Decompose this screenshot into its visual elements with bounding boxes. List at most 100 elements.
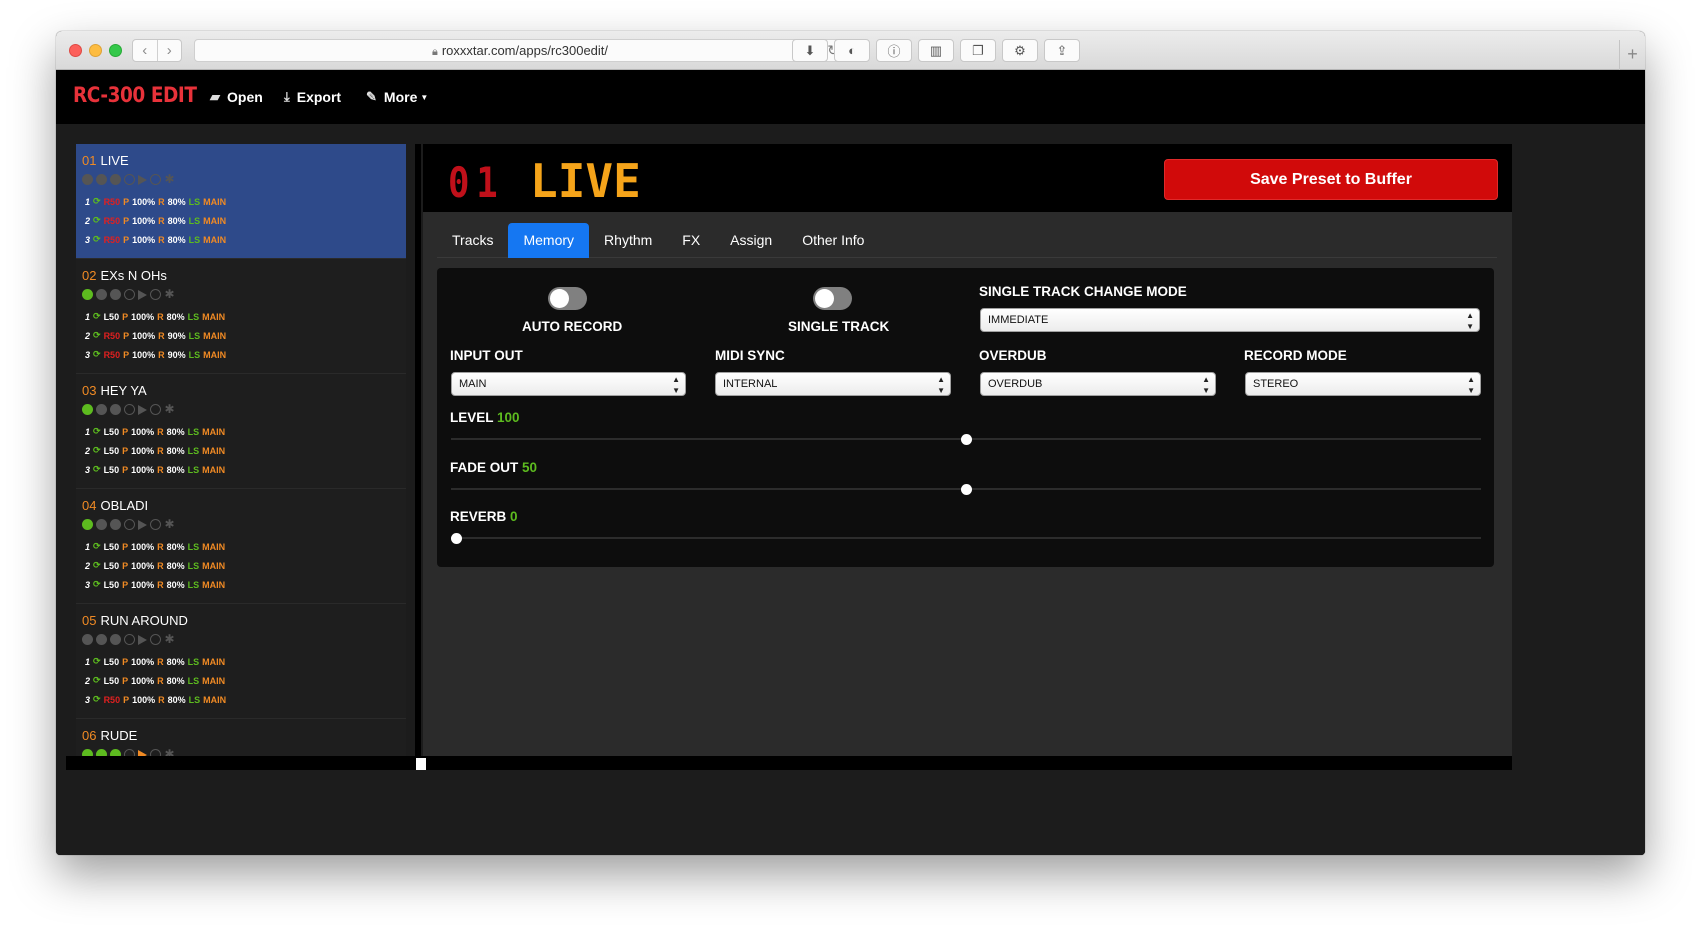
asterisk-icon: ✱ xyxy=(164,517,175,531)
asterisk-icon: ✱ xyxy=(164,172,175,186)
play-icon xyxy=(138,289,147,300)
new-tab-icon[interactable]: + xyxy=(1619,40,1645,70)
fade-out-slider-handle[interactable] xyxy=(960,484,972,495)
reverb-slider-handle[interactable] xyxy=(451,533,462,544)
preset-item[interactable]: 05 RUN AROUND ✱ 1 ⟳ L50 P 100% R 80% LS MA… xyxy=(76,604,406,719)
ring-icon xyxy=(150,404,161,415)
editor-tabs: Tracks Memory Rhythm FX Assign Other Info xyxy=(437,223,1497,258)
info-icon[interactable]: ⓘ xyxy=(876,39,912,62)
preset-title: 02 EXs N OHs xyxy=(82,268,167,283)
select-arrows-icon: ▲ ▼ xyxy=(672,375,680,395)
loop-icon: ⟳ xyxy=(93,196,101,206)
back-icon[interactable]: ‹ xyxy=(133,40,157,61)
status-dot-icon xyxy=(96,749,107,756)
browser-window: ‹ › 🔒︎roxxxtar.com/apps/rc300edit/ ↻ ⬇ ◐… xyxy=(56,31,1645,855)
maximize-window-icon[interactable] xyxy=(109,44,122,57)
tab-rhythm[interactable]: Rhythm xyxy=(589,223,667,258)
loop-icon: ⟳ xyxy=(93,349,101,359)
tab-assign[interactable]: Assign xyxy=(715,223,787,258)
preset-item[interactable]: 02 EXs N OHs ✱ 1 ⟳ L50 P 100% R 80% LS MAI… xyxy=(76,259,406,374)
preset-item[interactable]: 06 RUDE ✱ xyxy=(76,719,406,756)
url-text: roxxxtar.com/apps/rc300edit/ xyxy=(441,43,609,58)
ring-icon xyxy=(150,749,161,756)
export-button[interactable]: ⤓ Export xyxy=(284,89,341,105)
status-dot-icon xyxy=(82,174,93,185)
auto-record-toggle[interactable] xyxy=(548,287,587,310)
open-button[interactable]: ▰ Open xyxy=(210,89,263,105)
tab-memory[interactable]: Memory xyxy=(508,223,590,258)
folder-open-icon: ▰ xyxy=(210,89,220,104)
status-dot-icon xyxy=(96,519,107,530)
more-label: More xyxy=(383,89,418,105)
record-mode-select[interactable]: STEREO ▲ ▼ xyxy=(1245,372,1481,396)
fade-out-label: FADE OUT 50 xyxy=(450,460,538,475)
reverb-label: REVERB 0 xyxy=(450,509,518,524)
status-dot-icon xyxy=(96,174,107,185)
scrollbar-thumb[interactable] xyxy=(416,758,426,770)
single-track-change-mode-value: IMMEDIATE xyxy=(988,314,1049,326)
loop-icon: ⟳ xyxy=(93,579,101,589)
overdub-select[interactable]: OVERDUB ▲ ▼ xyxy=(980,372,1216,396)
ring-icon xyxy=(124,289,135,300)
preset-title: 06 RUDE xyxy=(82,728,138,743)
content-area: 01 LIVE ✱ 1 ⟳ R50 P 100% R 80% LS MAIN 2 ⟳… xyxy=(56,124,1645,855)
close-window-icon[interactable] xyxy=(69,44,82,57)
preset-status-icons: ✱ xyxy=(82,748,400,756)
tab-fx[interactable]: FX xyxy=(667,223,715,258)
tab-tracks[interactable]: Tracks xyxy=(437,223,508,258)
privacy-icon[interactable]: ◐ xyxy=(834,39,870,62)
sidebar-toggle-icon[interactable]: ▥ xyxy=(918,39,954,62)
single-track-change-mode-select[interactable]: IMMEDIATE ▲ ▼ xyxy=(980,308,1480,332)
fade-out-value: 50 xyxy=(522,460,538,475)
more-dropdown[interactable]: ✎ More ▼ xyxy=(366,89,428,105)
status-dot-icon xyxy=(110,519,121,530)
level-label: LEVEL 100 xyxy=(450,410,520,425)
ring-icon xyxy=(124,634,135,645)
input-out-value: MAIN xyxy=(459,378,487,390)
preset-item[interactable]: 01 LIVE ✱ 1 ⟳ R50 P 100% R 80% LS MAIN 2 ⟳… xyxy=(76,144,406,259)
preset-title: 01 LIVE xyxy=(82,153,129,168)
status-dot-icon xyxy=(110,174,121,185)
tabs-overview-icon[interactable]: ❐ xyxy=(960,39,996,62)
input-out-select[interactable]: MAIN ▲ ▼ xyxy=(451,372,686,396)
share-icon[interactable]: ⇪ xyxy=(1044,39,1080,62)
level-slider-handle[interactable] xyxy=(960,434,972,445)
loop-icon: ⟳ xyxy=(93,426,101,436)
save-preset-button[interactable]: Save Preset to Buffer xyxy=(1164,159,1498,200)
loop-icon: ⟳ xyxy=(93,541,101,551)
gear-icon[interactable]: ⚙ xyxy=(1002,39,1038,62)
status-dot-icon xyxy=(82,404,93,415)
track-summary-row: 2 ⟳ R50 P 100% R 90% LS MAIN xyxy=(85,330,227,341)
horizontal-scrollbar[interactable] xyxy=(66,756,1512,770)
track-summary-row: 2 ⟳ R50 P 100% R 80% LS MAIN xyxy=(85,215,227,226)
brand-logo[interactable]: RC-300 EDIT xyxy=(73,83,197,107)
preset-item[interactable]: 03 HEY YA ✱ 1 ⟳ L50 P 100% R 80% LS MAIN 2… xyxy=(76,374,406,489)
loop-icon: ⟳ xyxy=(93,675,101,685)
track-summary-row: 2 ⟳ L50 P 100% R 80% LS MAIN xyxy=(85,675,226,686)
midi-sync-select[interactable]: INTERNAL ▲ ▼ xyxy=(715,372,951,396)
download-icon: ⤓ xyxy=(284,89,290,104)
preset-list[interactable]: 01 LIVE ✱ 1 ⟳ R50 P 100% R 80% LS MAIN 2 ⟳… xyxy=(76,144,406,756)
forward-icon[interactable]: › xyxy=(156,40,182,61)
single-track-label: SINGLE TRACK xyxy=(788,319,890,334)
tab-other-info[interactable]: Other Info xyxy=(787,223,879,258)
preset-item[interactable]: 04 OBLADI ✱ 1 ⟳ L50 P 100% R 80% LS MAIN 2… xyxy=(76,489,406,604)
preset-title: 03 HEY YA xyxy=(82,383,147,398)
download-icon[interactable]: ⬇ xyxy=(792,39,828,62)
minimize-window-icon[interactable] xyxy=(89,44,102,57)
vertical-scrollbar[interactable] xyxy=(415,144,421,756)
single-track-toggle[interactable] xyxy=(813,287,852,310)
track-summary-row: 3 ⟳ L50 P 100% R 80% LS MAIN xyxy=(85,464,226,475)
preset-status-icons: ✱ xyxy=(82,172,400,186)
reverb-value: 0 xyxy=(510,509,518,524)
record-mode-value: STEREO xyxy=(1253,378,1299,390)
ring-icon xyxy=(124,749,135,756)
reverb-slider[interactable] xyxy=(451,537,1481,539)
loop-icon: ⟳ xyxy=(93,464,101,474)
asterisk-icon: ✱ xyxy=(164,287,175,301)
status-dot-icon xyxy=(110,404,121,415)
track-summary-row: 3 ⟳ R50 P 100% R 90% LS MAIN xyxy=(85,349,227,360)
ring-icon xyxy=(124,519,135,530)
address-bar[interactable]: 🔒︎roxxxtar.com/apps/rc300edit/ ↻ xyxy=(194,39,846,62)
app-root: RC-300 EDIT ▰ Open ⤓ Export ✎ More ▼ 01 L… xyxy=(56,70,1645,855)
